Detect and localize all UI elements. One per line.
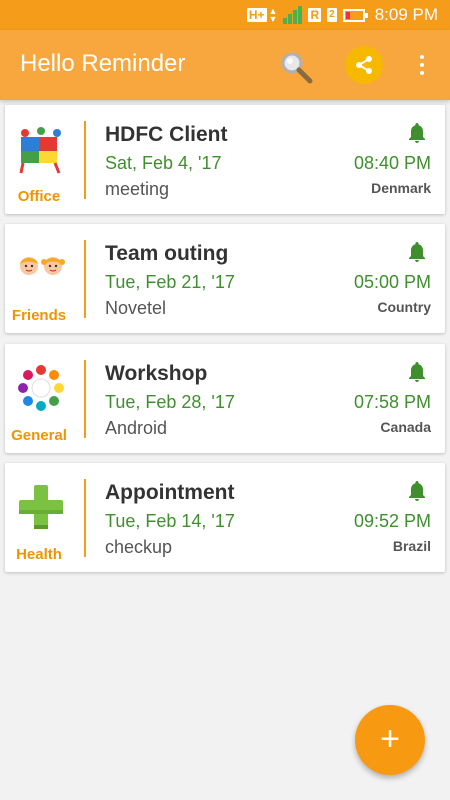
- bell-icon: [409, 481, 425, 501]
- bell-icon: [409, 242, 425, 262]
- add-reminder-button[interactable]: +: [355, 705, 425, 775]
- share-button[interactable]: [345, 46, 383, 84]
- reminder-title: HDFC Client: [105, 123, 228, 146]
- network-type-badge: H+: [246, 8, 267, 22]
- category-label: Office: [17, 188, 61, 205]
- category-label: General: [11, 427, 67, 444]
- reminder-title: Workshop: [105, 362, 208, 385]
- reminder-card[interactable]: Friends Team outing Tue, Feb 21, '17 Nov…: [5, 224, 445, 333]
- reminder-country: Canada: [380, 419, 431, 435]
- reminder-note: Novetel: [105, 298, 167, 318]
- reminder-date: Tue, Feb 14, '17: [105, 511, 235, 531]
- bell-icon: [409, 123, 425, 143]
- divider: [84, 360, 86, 438]
- reminder-date: Tue, Feb 28, '17: [105, 392, 235, 412]
- reminder-time: 07:58 PM: [353, 392, 431, 412]
- reminder-title: Appointment: [105, 481, 235, 504]
- signal-strength-icon: [283, 6, 303, 24]
- reminder-card[interactable]: Health Appointment Tue, Feb 14, '17 chec…: [5, 463, 445, 572]
- reminder-country: Country: [377, 299, 431, 315]
- status-time: 8:09 PM: [374, 5, 438, 24]
- reminder-date: Tue, Feb 21, '17: [105, 272, 235, 292]
- search-icon: [281, 52, 313, 84]
- reminder-date: Sat, Feb 4, '17: [105, 153, 222, 173]
- battery-icon: [342, 8, 368, 22]
- reminder-note: checkup: [105, 537, 173, 557]
- reminder-card[interactable]: Office HDFC Client Sat, Feb 4, '17 meeti…: [5, 105, 445, 214]
- reminder-time: 09:52 PM: [353, 511, 431, 531]
- reminder-country: Denmark: [371, 180, 431, 196]
- status-bar: H+ ▲ ▼ R 2 8:09 PM: [0, 0, 450, 30]
- sim-badge: 2: [327, 8, 337, 22]
- reminder-note: Android: [105, 418, 168, 438]
- more-vert-icon: [420, 55, 424, 59]
- reminder-time: 05:00 PM: [353, 272, 431, 292]
- divider: [84, 479, 86, 557]
- reminder-country: Brazil: [392, 538, 431, 554]
- reminder-card[interactable]: General Workshop Tue, Feb 28, '17 Androi…: [5, 344, 445, 453]
- health-cross-icon: [15, 481, 67, 533]
- reminder-time: 08:40 PM: [353, 153, 431, 173]
- category-label: Friends: [11, 307, 67, 324]
- roaming-badge: R: [308, 8, 322, 22]
- reminder-title: Team outing: [105, 242, 229, 265]
- bell-icon: [409, 362, 425, 382]
- share-icon: [356, 56, 372, 74]
- general-circle-people-icon: [15, 362, 67, 414]
- friends-kids-icon: [15, 242, 67, 294]
- more-options-button[interactable]: [410, 50, 434, 80]
- app-title: Hello Reminder: [20, 50, 186, 77]
- office-puzzle-people-icon: [15, 123, 67, 175]
- add-icon: +: [380, 720, 400, 758]
- data-arrows-icon: ▲ ▼: [268, 6, 278, 24]
- divider: [84, 121, 86, 199]
- category-label: Health: [16, 546, 62, 563]
- app-bar: Hello Reminder: [0, 30, 450, 100]
- reminder-note: meeting: [105, 179, 170, 199]
- search-button[interactable]: [278, 49, 314, 85]
- divider: [84, 240, 86, 318]
